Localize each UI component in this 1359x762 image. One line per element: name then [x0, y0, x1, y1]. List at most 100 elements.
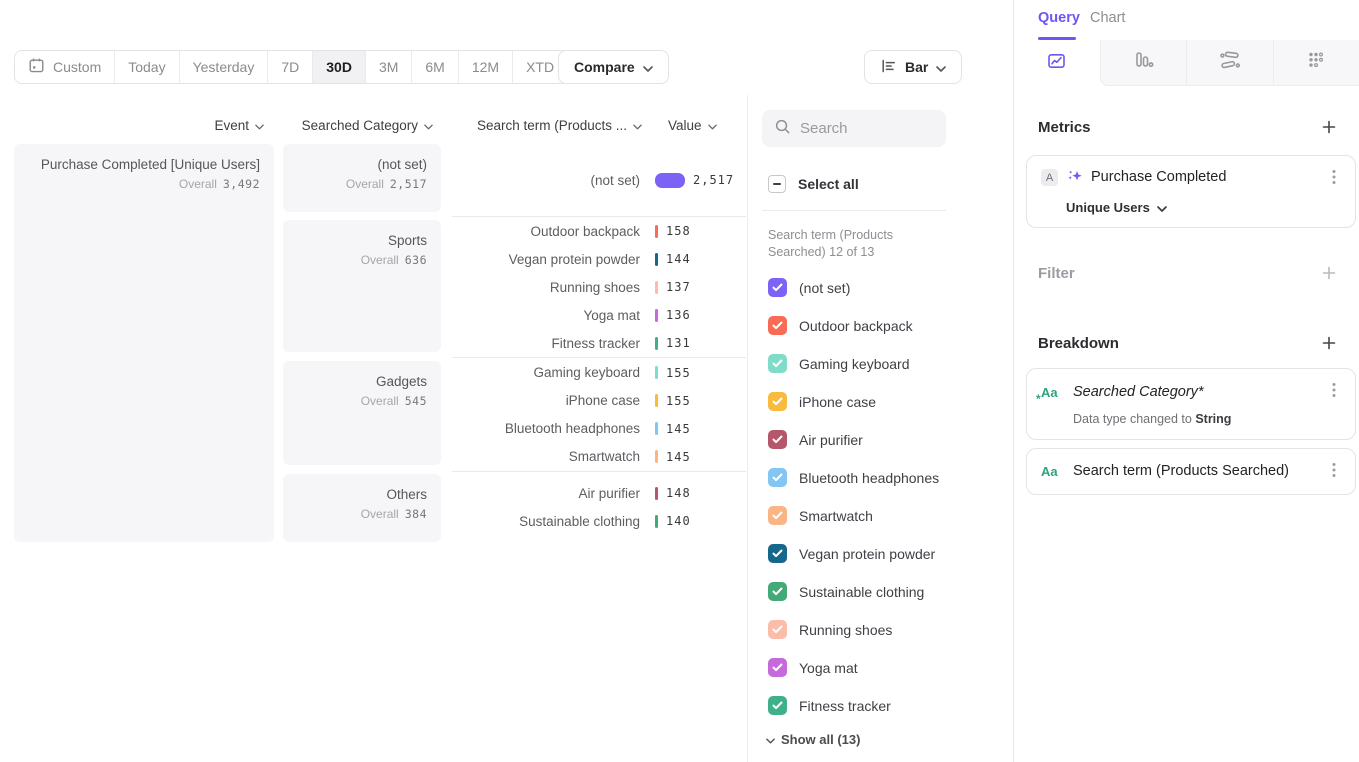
checkbox-checked[interactable] — [768, 696, 787, 715]
filter-item-label: Vegan protein powder — [799, 546, 935, 562]
checkbox-checked[interactable] — [768, 468, 787, 487]
value-text: 131 — [666, 336, 691, 350]
select-all-toggle[interactable]: Select all — [768, 175, 859, 193]
tab-query[interactable]: Query — [1038, 10, 1080, 26]
table-row-not-set: (not set)2,517 — [452, 166, 746, 194]
metric-badge: A — [1041, 169, 1058, 186]
filter-item-gaming-keyboard[interactable]: Gaming keyboard — [768, 354, 910, 373]
add-breakdown-button[interactable] — [1319, 334, 1339, 354]
value-bar[interactable] — [655, 422, 658, 435]
term-label: Vegan protein powder — [452, 252, 640, 267]
kebab-menu-icon[interactable] — [1325, 461, 1343, 479]
date-range-7d[interactable]: 7D — [268, 51, 313, 83]
checkbox-checked[interactable] — [768, 544, 787, 563]
date-range-3m[interactable]: 3M — [366, 51, 412, 83]
show-all-button[interactable]: Show all (13) — [766, 732, 860, 747]
breakdown-card-searched-category[interactable]: Aa* Searched Category* Data type changed… — [1026, 368, 1356, 440]
value-bar[interactable] — [655, 225, 658, 238]
column-header-searched-category[interactable]: Searched Category — [283, 116, 433, 134]
date-range-label: 30D — [326, 59, 352, 75]
value-text: 155 — [666, 366, 691, 380]
breakdown-title: Searched Category* — [1073, 384, 1204, 400]
tab-insights[interactable] — [1014, 40, 1100, 86]
chart-type-button[interactable]: Bar — [864, 50, 962, 84]
add-metric-button[interactable] — [1319, 118, 1339, 138]
value-bar[interactable] — [655, 450, 658, 463]
filter-item-label: Sustainable clothing — [799, 584, 924, 600]
metric-aggregation-dropdown[interactable]: Unique Users — [1066, 200, 1167, 215]
value-bar[interactable] — [655, 309, 658, 322]
value-bar[interactable] — [655, 394, 658, 407]
column-header-value[interactable]: Value — [668, 116, 738, 134]
value-bar[interactable] — [655, 173, 685, 188]
table-row-air-purifier: Air purifier148 — [452, 479, 746, 507]
value-text: 140 — [666, 514, 691, 528]
calendar-icon — [28, 57, 45, 77]
column-header-event[interactable]: Event — [150, 116, 264, 134]
metric-card[interactable]: A Purchase Completed Unique Users — [1026, 155, 1356, 228]
filter-search-box[interactable] — [762, 110, 946, 147]
date-range-30d[interactable]: 30D — [313, 51, 366, 83]
value-bar[interactable] — [655, 337, 658, 350]
breakdown-card-search-term[interactable]: Aa Search term (Products Searched) — [1026, 448, 1356, 495]
kebab-menu-icon[interactable] — [1325, 168, 1343, 186]
filter-item-vegan-protein-powder[interactable]: Vegan protein powder — [768, 544, 935, 563]
filter-item-iphone-case[interactable]: iPhone case — [768, 392, 876, 411]
checkbox-checked[interactable] — [768, 354, 787, 373]
category-title: Sports — [361, 233, 427, 248]
compare-button[interactable]: Compare — [558, 50, 669, 84]
column-header-label: Event — [214, 118, 249, 133]
funnels-icon — [1132, 50, 1154, 75]
filter-item-bluetooth-headphones[interactable]: Bluetooth headphones — [768, 468, 939, 487]
show-all-label: Show all (13) — [781, 732, 860, 747]
tab-chart[interactable]: Chart — [1090, 10, 1125, 26]
filter-divider — [762, 210, 946, 211]
checkbox-checked[interactable] — [768, 430, 787, 449]
filter-item-air-purifier[interactable]: Air purifier — [768, 430, 863, 449]
filter-item-not-set[interactable]: (not set) — [768, 278, 850, 297]
checkbox-checked[interactable] — [768, 316, 787, 335]
tab-flows[interactable] — [1186, 40, 1273, 86]
tab-retention[interactable] — [1273, 40, 1359, 86]
checkbox-checked[interactable] — [768, 582, 787, 601]
filter-item-label: Smartwatch — [799, 508, 873, 524]
search-input[interactable] — [800, 120, 934, 137]
filter-item-yoga-mat[interactable]: Yoga mat — [768, 658, 858, 677]
kebab-menu-icon[interactable] — [1325, 381, 1343, 399]
tab-funnels[interactable] — [1100, 40, 1187, 86]
filter-item-running-shoes[interactable]: Running shoes — [768, 620, 892, 639]
term-label: Bluetooth headphones — [452, 421, 640, 436]
date-range-6m[interactable]: 6M — [412, 51, 458, 83]
value-text: 145 — [666, 450, 691, 464]
select-all-label: Select all — [798, 176, 859, 192]
date-range-12m[interactable]: 12M — [459, 51, 513, 83]
filter-item-sustainable-clothing[interactable]: Sustainable clothing — [768, 582, 924, 601]
value-bar[interactable] — [655, 487, 658, 500]
date-range-today[interactable]: Today — [115, 51, 179, 83]
filter-item-smartwatch[interactable]: Smartwatch — [768, 506, 873, 525]
value-bar[interactable] — [655, 253, 658, 266]
date-range-yesterday[interactable]: Yesterday — [180, 51, 269, 83]
value-bar[interactable] — [655, 515, 658, 528]
value-text: 158 — [666, 224, 691, 238]
search-icon — [774, 118, 791, 140]
indeterminate-checkbox[interactable] — [768, 175, 786, 193]
flows-icon — [1219, 50, 1241, 75]
checkbox-checked[interactable] — [768, 506, 787, 525]
checkbox-checked[interactable] — [768, 620, 787, 639]
checkbox-checked[interactable] — [768, 658, 787, 677]
filter-group-label: Search term (Products Searched) 12 of 13 — [768, 227, 936, 260]
value-bar[interactable] — [655, 281, 658, 294]
term-label: iPhone case — [452, 393, 640, 408]
value-bar[interactable] — [655, 366, 658, 379]
table-row-sustainable-clothing: Sustainable clothing140 — [452, 507, 746, 535]
metrics-heading: Metrics — [1038, 119, 1091, 136]
category-cell-sports: SportsOverall636 — [283, 220, 441, 352]
column-header-search-term[interactable]: Search term (Products ... — [440, 116, 642, 134]
checkbox-checked[interactable] — [768, 392, 787, 411]
date-range-custom[interactable]: Custom — [15, 51, 115, 83]
filter-item-outdoor-backpack[interactable]: Outdoor backpack — [768, 316, 913, 335]
add-filter-button[interactable] — [1319, 264, 1339, 284]
filter-item-fitness-tracker[interactable]: Fitness tracker — [768, 696, 891, 715]
checkbox-checked[interactable] — [768, 278, 787, 297]
